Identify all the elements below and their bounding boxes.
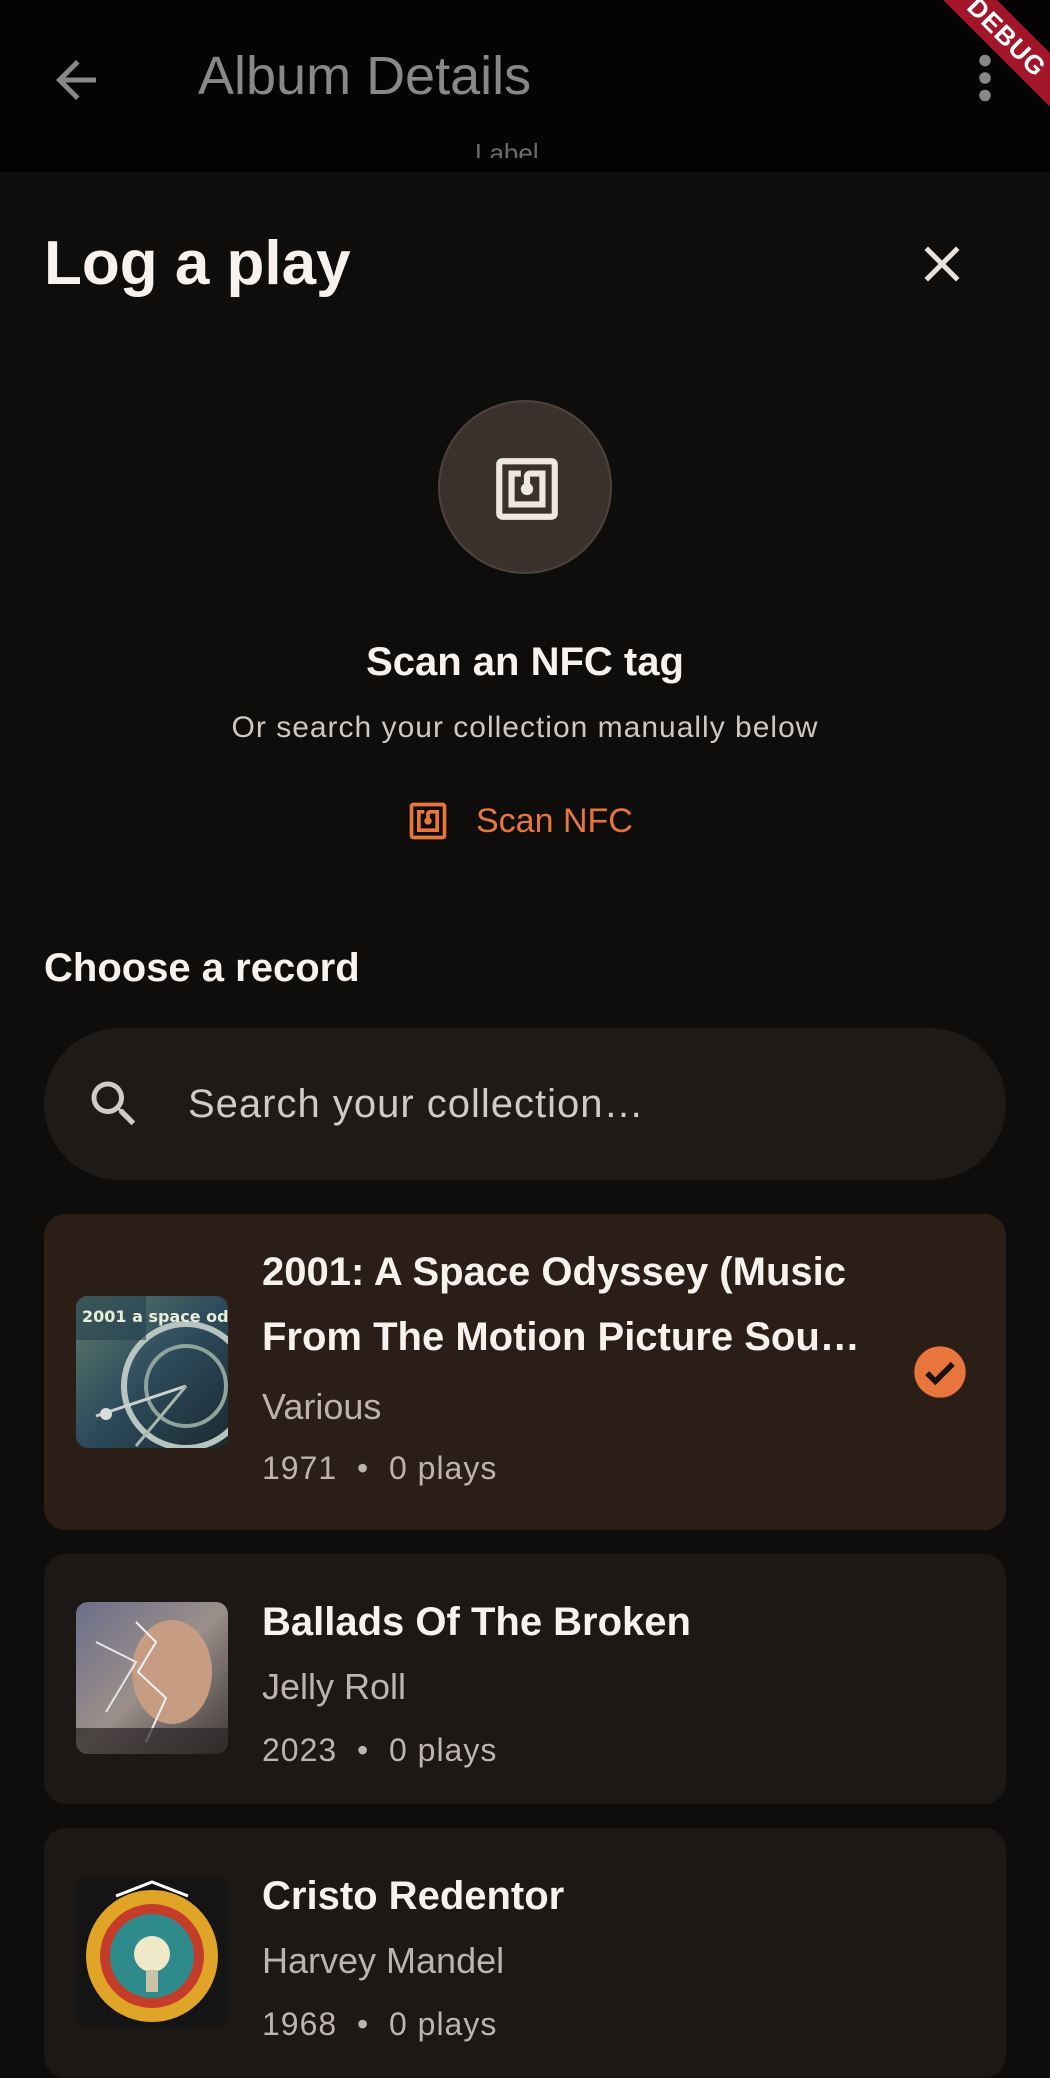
log-play-sheet: Log a play Scan an NFC tag Or search you… — [0, 172, 1050, 2078]
album-cover — [76, 1876, 228, 2028]
app-bar-title: Album Details — [198, 46, 532, 106]
album-cover — [76, 1602, 228, 1754]
cover-art-text: 2001 a space odyssey — [82, 1307, 228, 1326]
arrow-left-icon — [56, 60, 96, 100]
record-artist: Jelly Roll — [262, 1666, 407, 1707]
close-icon — [924, 246, 960, 282]
meta-separator: • — [356, 2006, 370, 2042]
record-title: Cristo Redentor — [262, 1874, 565, 1918]
scan-subtitle: Or search your collection manually below — [231, 711, 819, 744]
meta-separator: • — [356, 1732, 370, 1768]
search-icon — [91, 1081, 136, 1126]
record-card[interactable]: Cristo Redentor Harvey Mandel 1968 • 0 p… — [44, 1828, 1006, 2078]
record-year: 1968 — [262, 2006, 338, 2042]
record-year: 1971 — [262, 1450, 338, 1486]
nfc-indicator — [438, 400, 612, 574]
check-circle-icon — [914, 1346, 966, 1398]
record-artist: Harvey Mandel — [262, 1940, 505, 1981]
record-year: 2023 — [262, 1732, 338, 1768]
record-plays: 0 plays — [388, 2006, 498, 2042]
meta-separator: • — [356, 1450, 370, 1486]
nfc-icon — [409, 802, 447, 840]
app-bar: Album Details Label DEBUG — [0, 0, 1050, 172]
record-meta: 2023 • 0 plays — [262, 1730, 497, 1770]
record-meta: 1968 • 0 plays — [262, 2004, 497, 2044]
nfc-icon — [496, 458, 558, 520]
scan-nfc-button[interactable]: Scan NFC — [396, 788, 643, 854]
choose-record-heading: Choose a record — [44, 946, 360, 990]
sheet-title: Log a play — [44, 229, 351, 298]
search-field[interactable] — [44, 1028, 1006, 1180]
album-cover: 2001 a space odyssey — [76, 1296, 228, 1448]
scan-nfc-label: Scan NFC — [476, 801, 633, 840]
record-title: 2001: A Space Odyssey (Music From The Mo… — [262, 1250, 860, 1359]
record-card[interactable]: 2001 a space odyssey 2001: A Space Odyss… — [44, 1214, 1006, 1530]
record-plays: 0 plays — [388, 1450, 498, 1486]
record-artist: Various — [262, 1386, 382, 1427]
close-button[interactable] — [912, 234, 972, 294]
peek-label: Label — [475, 140, 539, 158]
record-meta: 1971 • 0 plays — [262, 1448, 497, 1488]
search-input[interactable] — [186, 1068, 966, 1140]
scan-heading: Scan an NFC tag — [366, 640, 684, 684]
record-card[interactable]: Ballads Of The Broken Jelly Roll 2023 • … — [44, 1554, 1006, 1804]
record-title: Ballads Of The Broken — [262, 1600, 691, 1644]
selected-check — [912, 1344, 968, 1400]
record-plays: 0 plays — [388, 1732, 498, 1768]
back-button[interactable] — [46, 50, 106, 110]
